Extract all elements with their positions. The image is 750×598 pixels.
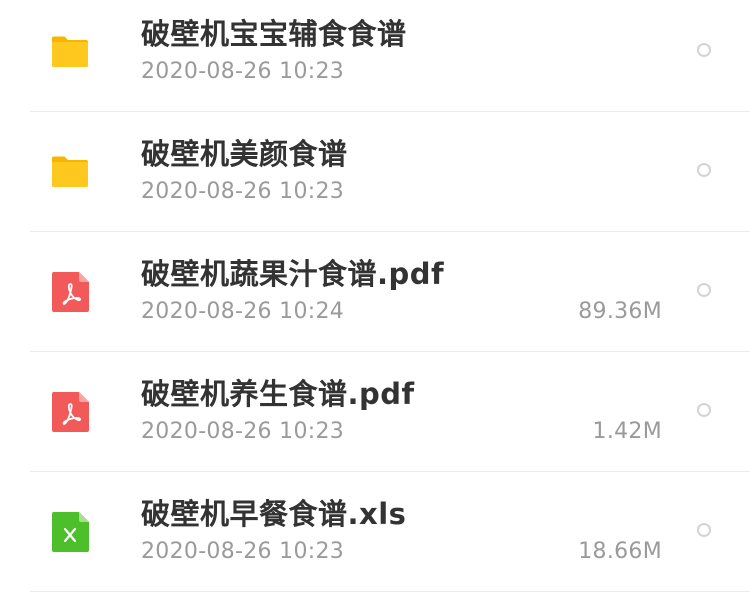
- file-name: 破壁机美颜食谱: [141, 137, 348, 171]
- file-date: 2020-08-26 10:24: [141, 299, 345, 324]
- file-date: 2020-08-26 10:23: [141, 179, 345, 204]
- file-row-xls-breakfast[interactable]: 破壁机早餐食谱.xls 2020-08-26 10:23 18.66M: [0, 472, 750, 592]
- select-radio[interactable]: [697, 523, 711, 537]
- file-row-pdf-juice[interactable]: 破壁机蔬果汁食谱.pdf 2020-08-26 10:24 89.36M: [0, 232, 750, 352]
- select-radio[interactable]: [697, 403, 711, 417]
- file-size: 89.36M: [578, 299, 662, 324]
- file-date: 2020-08-26 10:23: [141, 59, 345, 84]
- file-row-folder-baby-food[interactable]: 破壁机宝宝辅食食谱 2020-08-26 10:23: [0, 0, 750, 112]
- pdf-file-icon: [51, 272, 89, 312]
- pdf-file-icon: [51, 392, 89, 432]
- file-name: 破壁机蔬果汁食谱.pdf: [141, 257, 445, 291]
- file-name: 破壁机早餐食谱.xls: [141, 497, 407, 531]
- folder-icon: [51, 32, 89, 72]
- file-row-folder-beauty[interactable]: 破壁机美颜食谱 2020-08-26 10:23: [0, 112, 750, 232]
- select-radio[interactable]: [697, 283, 711, 297]
- excel-file-icon: [51, 512, 89, 552]
- file-name: 破壁机宝宝辅食食谱: [141, 17, 407, 51]
- file-size: 1.42M: [592, 419, 662, 444]
- file-row-pdf-health[interactable]: 破壁机养生食谱.pdf 2020-08-26 10:23 1.42M: [0, 352, 750, 472]
- file-list: 破壁机宝宝辅食食谱 2020-08-26 10:23 破壁机美颜食谱 2020-…: [0, 0, 750, 598]
- row-divider: [30, 591, 750, 592]
- file-date: 2020-08-26 10:23: [141, 419, 345, 444]
- file-name: 破壁机养生食谱.pdf: [141, 377, 415, 411]
- folder-icon: [51, 152, 89, 192]
- file-size: 18.66M: [578, 539, 662, 564]
- file-date: 2020-08-26 10:23: [141, 539, 345, 564]
- select-radio[interactable]: [697, 163, 711, 177]
- select-radio[interactable]: [697, 43, 711, 57]
